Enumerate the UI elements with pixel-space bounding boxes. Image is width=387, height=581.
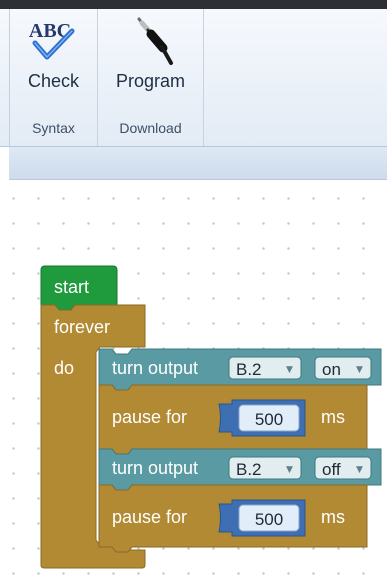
duration-value: 500 <box>255 410 283 429</box>
state-dropdown[interactable]: on ▼ <box>314 356 372 380</box>
duration-value: 500 <box>255 510 283 529</box>
start-block[interactable]: start <box>40 265 118 311</box>
dropdown-arrow-icon: ▼ <box>286 465 293 475</box>
turn-output-label: turn output <box>112 458 198 478</box>
pause-block[interactable]: pause for 500 ms <box>98 484 368 553</box>
pause-block[interactable]: pause for 500 ms <box>98 384 368 455</box>
pin-dropdown[interactable]: B.2 ▼ <box>228 356 302 380</box>
duration-input[interactable]: 500 <box>218 499 306 537</box>
dropdown-arrow-icon: ▼ <box>286 365 293 375</box>
program-blocks: start forever do turn output B.2 ▼ on ▼ … <box>40 265 382 569</box>
pin-dropdown-value: B.2 <box>236 360 262 379</box>
pin-dropdown[interactable]: B.2 ▼ <box>228 456 302 480</box>
unit-label: ms <box>321 407 345 427</box>
dropdown-arrow-icon: ▼ <box>356 465 363 475</box>
pin-dropdown-value: B.2 <box>236 460 262 479</box>
turn-output-block[interactable]: turn output B.2 ▼ on ▼ <box>98 348 382 391</box>
state-dropdown[interactable]: off ▼ <box>314 456 372 480</box>
turn-output-label: turn output <box>112 358 198 378</box>
duration-input[interactable]: 500 <box>218 399 306 437</box>
do-label: do <box>54 358 74 378</box>
start-block-label: start <box>54 277 89 297</box>
pause-label: pause for <box>112 507 187 527</box>
pause-label: pause for <box>112 407 187 427</box>
turn-output-block[interactable]: turn output B.2 ▼ off ▼ <box>98 448 382 491</box>
dropdown-arrow-icon: ▼ <box>356 365 363 375</box>
unit-label: ms <box>321 507 345 527</box>
state-dropdown-value: on <box>322 360 341 379</box>
forever-label: forever <box>54 317 110 337</box>
state-dropdown-value: off <box>322 460 341 479</box>
